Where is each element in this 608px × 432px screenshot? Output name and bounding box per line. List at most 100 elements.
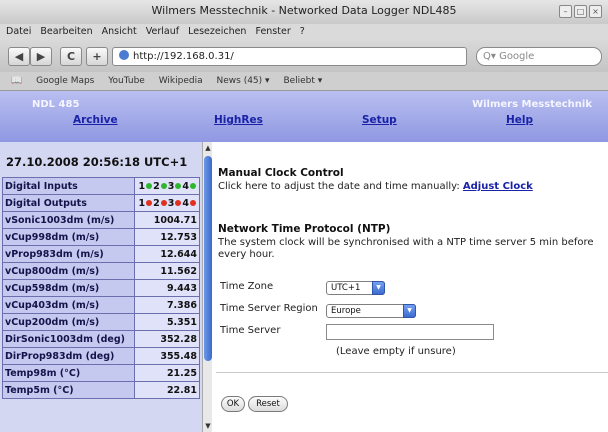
status-led-icon	[160, 182, 167, 189]
measurement-value: 1004.71	[134, 211, 200, 229]
menu-verlauf[interactable]: Verlauf	[146, 26, 179, 37]
bookmark-news[interactable]: News (45) ▾	[217, 76, 270, 86]
channel-number: 3	[167, 180, 175, 192]
region-label: Time Server Region	[220, 303, 318, 314]
close-button[interactable]: ×	[589, 5, 602, 18]
reload-button[interactable]: C	[60, 47, 82, 66]
bookmark-google-maps[interactable]: Google Maps	[36, 76, 94, 86]
status-led-icon	[175, 199, 182, 206]
digital-inputs-label: Digital Inputs	[2, 177, 135, 195]
search-placeholder: Q▾ Google	[483, 51, 535, 62]
manual-clock-text: Click here to adjust the date and time m…	[218, 181, 533, 192]
time-server-label: Time Server	[220, 325, 281, 336]
minimize-button[interactable]: –	[559, 5, 572, 18]
scroll-up-icon[interactable]: ▲	[204, 144, 212, 152]
address-bar[interactable]: http://192.168.0.31/	[112, 47, 467, 66]
status-led-icon	[160, 199, 167, 206]
region-select[interactable]: Europe ▼	[326, 304, 416, 318]
measurement-row: DirSonic1003dm (deg) 352.28	[2, 330, 200, 348]
bookmarks-bar: 📖 Google Maps YouTube Wikipedia News (45…	[0, 72, 608, 91]
measurement-row: vCup200dm (m/s) 5.351	[2, 313, 200, 331]
nav-highres-link[interactable]: HighRes	[214, 114, 263, 126]
measurement-value: 5.351	[134, 313, 200, 331]
menu-lesezeichen[interactable]: Lesezeichen	[188, 26, 246, 37]
menu-help[interactable]: ?	[300, 26, 305, 37]
current-datetime: 27.10.2008 20:56:18 UTC+1	[6, 155, 188, 169]
measurement-label: vCup403dm (m/s)	[2, 296, 135, 314]
bookmark-wikipedia[interactable]: Wikipedia	[159, 76, 203, 86]
menu-fenster[interactable]: Fenster	[256, 26, 291, 37]
time-server-input[interactable]	[326, 324, 494, 340]
window-titlebar: Wilmers Messtechnik - Networked Data Log…	[0, 0, 608, 24]
measurement-value: 11.562	[134, 262, 200, 280]
reset-button[interactable]: Reset	[248, 396, 288, 412]
window-title: Wilmers Messtechnik - Networked Data Log…	[151, 4, 457, 17]
time-server-hint: (Leave empty if unsure)	[336, 346, 456, 357]
status-led-icon	[146, 182, 153, 189]
channel-number: 2	[153, 180, 160, 192]
measurement-row: Temp98m (°C) 21.25	[2, 364, 200, 382]
divider	[216, 372, 608, 373]
search-bar[interactable]: Q▾ Google	[476, 47, 602, 66]
channel-number: 4	[182, 180, 189, 192]
company-name: Wilmers Messtechnik	[472, 99, 592, 110]
digital-outputs-leds: 1234	[134, 194, 200, 212]
measurement-label: vCup800dm (m/s)	[2, 262, 135, 280]
bookmark-beliebt[interactable]: Beliebt ▾	[283, 76, 322, 86]
menu-bar: Datei Bearbeiten Ansicht Verlauf Lesezei…	[0, 24, 608, 40]
chevron-down-icon: ▼	[403, 304, 416, 318]
menu-ansicht[interactable]: Ansicht	[102, 26, 137, 37]
ntp-text-line1: The system clock will be synchronised wi…	[218, 237, 594, 248]
measurement-table: Digital Inputs 1234 Digital Outputs 1234…	[2, 177, 200, 399]
nav-help-link[interactable]: Help	[506, 114, 533, 126]
book-icon[interactable]: 📖	[11, 76, 22, 86]
measurement-value: 21.25	[134, 364, 200, 382]
adjust-clock-link[interactable]: Adjust Clock	[463, 181, 533, 192]
measurement-row: vCup403dm (m/s) 7.386	[2, 296, 200, 314]
menu-datei[interactable]: Datei	[6, 26, 31, 37]
measurement-value: 12.753	[134, 228, 200, 246]
page-banner: NDL 485 Wilmers Messtechnik Archive High…	[0, 91, 608, 142]
status-led-icon	[190, 199, 196, 206]
setup-content: Manual Clock Control Click here to adjus…	[212, 142, 608, 432]
forward-button[interactable]: ▶	[30, 47, 52, 66]
measurement-row: vCup998dm (m/s) 12.753	[2, 228, 200, 246]
manual-clock-description: Click here to adjust the date and time m…	[218, 181, 460, 192]
digital-outputs-label: Digital Outputs	[2, 194, 135, 212]
nav-archive-link[interactable]: Archive	[73, 114, 118, 126]
measurement-row: vCup598dm (m/s) 9.443	[2, 279, 200, 297]
digital-inputs-leds: 1234	[134, 177, 200, 195]
measurement-value: 7.386	[134, 296, 200, 314]
channel-number: 1	[138, 197, 146, 209]
nav-setup-link[interactable]: Setup	[362, 114, 397, 126]
measurement-value: 352.28	[134, 330, 200, 348]
add-bookmark-button[interactable]: +	[86, 47, 108, 66]
measurement-value: 12.644	[134, 245, 200, 263]
scroll-thumb[interactable]	[204, 156, 212, 361]
measurement-label: DirSonic1003dm (deg)	[2, 330, 135, 348]
digital-inputs-row: Digital Inputs 1234	[2, 177, 200, 195]
measurement-label: vCup998dm (m/s)	[2, 228, 135, 246]
measurement-row: DirProp983dm (deg) 355.48	[2, 347, 200, 365]
status-led-icon	[146, 199, 153, 206]
status-sidebar: 27.10.2008 20:56:18 UTC+1 Digital Inputs…	[0, 142, 202, 432]
bookmark-youtube[interactable]: YouTube	[108, 76, 145, 86]
device-name: NDL 485	[32, 99, 80, 110]
globe-icon	[119, 50, 129, 60]
timezone-select[interactable]: UTC+1 ▼	[326, 281, 385, 295]
menu-bearbeiten[interactable]: Bearbeiten	[40, 26, 92, 37]
channel-number: 1	[138, 180, 146, 192]
ok-button[interactable]: OK	[221, 396, 245, 412]
measurement-label: Temp5m (°C)	[2, 381, 135, 399]
window-controls: – □ ×	[559, 5, 602, 18]
back-button[interactable]: ◀	[8, 47, 30, 66]
region-value: Europe	[331, 306, 361, 316]
measurement-row: Temp5m (°C) 22.81	[2, 381, 200, 399]
maximize-button[interactable]: □	[574, 5, 587, 18]
scroll-down-icon[interactable]: ▼	[204, 422, 212, 430]
measurement-value: 355.48	[134, 347, 200, 365]
channel-number: 2	[153, 197, 160, 209]
manual-clock-title: Manual Clock Control	[218, 167, 344, 179]
measurement-label: vCup598dm (m/s)	[2, 279, 135, 297]
measurement-label: vCup200dm (m/s)	[2, 313, 135, 331]
